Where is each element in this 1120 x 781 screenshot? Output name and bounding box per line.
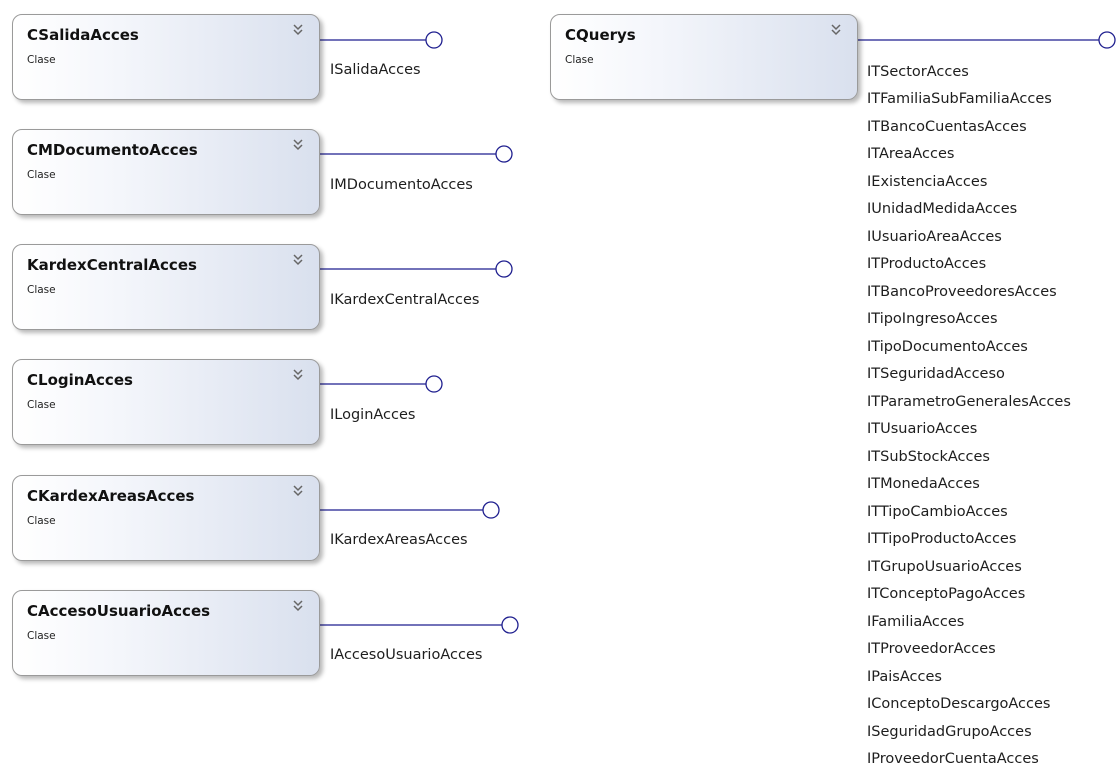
class-name: KardexCentralAcces [27, 256, 197, 274]
interface-label: ITTipoProductoAcces [867, 531, 1017, 547]
interface-label: IKardexCentralAcces [330, 292, 480, 308]
class-box-csalidaacces[interactable]: CSalidaAcces Clase [12, 14, 320, 100]
interface-label: IFamiliaAcces [867, 614, 965, 630]
class-name: CQuerys [565, 26, 636, 44]
interface-label: ITipoDocumentoAcces [867, 339, 1028, 355]
interface-label: IAccesoUsuarioAcces [330, 647, 483, 663]
double-chevron-up-icon[interactable] [290, 483, 306, 499]
interface-label: ITSeguridadAcceso [867, 366, 1005, 382]
interface-label: ITBancoCuentasAcces [867, 119, 1027, 135]
interface-lollipop-icon [482, 501, 500, 519]
interface-label: IUsuarioAreaAcces [867, 229, 1002, 245]
interface-lollipop-icon [495, 145, 513, 163]
interface-label: IConceptoDescargoAcces [867, 696, 1051, 712]
interface-lollipop-icon [501, 616, 519, 634]
class-type: Clase [27, 515, 56, 527]
class-box-cmdocumentoacces[interactable]: CMDocumentoAcces Clase [12, 129, 320, 215]
class-box-caccesousuarioacces[interactable]: CAccesoUsuarioAcces Clase [12, 590, 320, 676]
class-name: CLoginAcces [27, 371, 133, 389]
class-box-kardexcentralacces[interactable]: KardexCentralAcces Clase [12, 244, 320, 330]
interface-lollipop-icon [1098, 31, 1116, 49]
interface-label: IExistenciaAcces [867, 174, 988, 190]
interface-lollipop-icon [425, 31, 443, 49]
interface-lollipop-icon [495, 260, 513, 278]
interface-label: ITSubStockAcces [867, 449, 990, 465]
class-name: CAccesoUsuarioAcces [27, 602, 211, 620]
interface-label: ITConceptoPagoAcces [867, 586, 1026, 602]
class-type: Clase [27, 630, 56, 642]
interface-label: IKardexAreasAcces [330, 532, 468, 548]
interface-label: IProveedorCuentaAcces [867, 751, 1039, 767]
interface-label: ITBancoProveedoresAcces [867, 284, 1057, 300]
interface-label: IPaisAcces [867, 669, 942, 685]
interface-label: ISalidaAcces [330, 62, 421, 78]
interface-label: ITTipoCambioAcces [867, 504, 1008, 520]
class-type: Clase [27, 284, 56, 296]
double-chevron-up-icon[interactable] [828, 22, 844, 38]
interface-label: IMDocumentoAcces [330, 177, 473, 193]
class-type: Clase [27, 169, 56, 181]
class-box-cquerys[interactable]: CQuerys Clase [550, 14, 858, 100]
class-name: CMDocumentoAcces [27, 141, 198, 159]
interface-label: ITGrupoUsuarioAcces [867, 559, 1022, 575]
class-type: Clase [27, 54, 56, 66]
class-name: CSalidaAcces [27, 26, 139, 44]
interface-label: ILoginAcces [330, 407, 416, 423]
interface-lollipop-icon [425, 375, 443, 393]
class-type: Clase [27, 399, 56, 411]
interface-label: ITProveedorAcces [867, 641, 996, 657]
class-name: CKardexAreasAcces [27, 487, 195, 505]
interface-label: ITMonedaAcces [867, 476, 980, 492]
interface-label: ITFamiliaSubFamiliaAcces [867, 91, 1052, 107]
interface-label: ISeguridadGrupoAcces [867, 724, 1032, 740]
interface-label: ITParametroGeneralesAcces [867, 394, 1071, 410]
double-chevron-up-icon[interactable] [290, 367, 306, 383]
interface-label: IUnidadMedidaAcces [867, 201, 1018, 217]
interface-label: ITSectorAcces [867, 64, 969, 80]
double-chevron-up-icon[interactable] [290, 137, 306, 153]
interface-label: ITUsuarioAcces [867, 421, 978, 437]
interface-label: ITProductoAcces [867, 256, 987, 272]
class-type: Clase [565, 54, 594, 66]
interface-label: ITAreaAcces [867, 146, 955, 162]
double-chevron-up-icon[interactable] [290, 22, 306, 38]
class-box-cloginacces[interactable]: CLoginAcces Clase [12, 359, 320, 445]
class-box-ckardexareasacces[interactable]: CKardexAreasAcces Clase [12, 475, 320, 561]
double-chevron-up-icon[interactable] [290, 252, 306, 268]
interface-label: ITipoIngresoAcces [867, 311, 998, 327]
double-chevron-up-icon[interactable] [290, 598, 306, 614]
